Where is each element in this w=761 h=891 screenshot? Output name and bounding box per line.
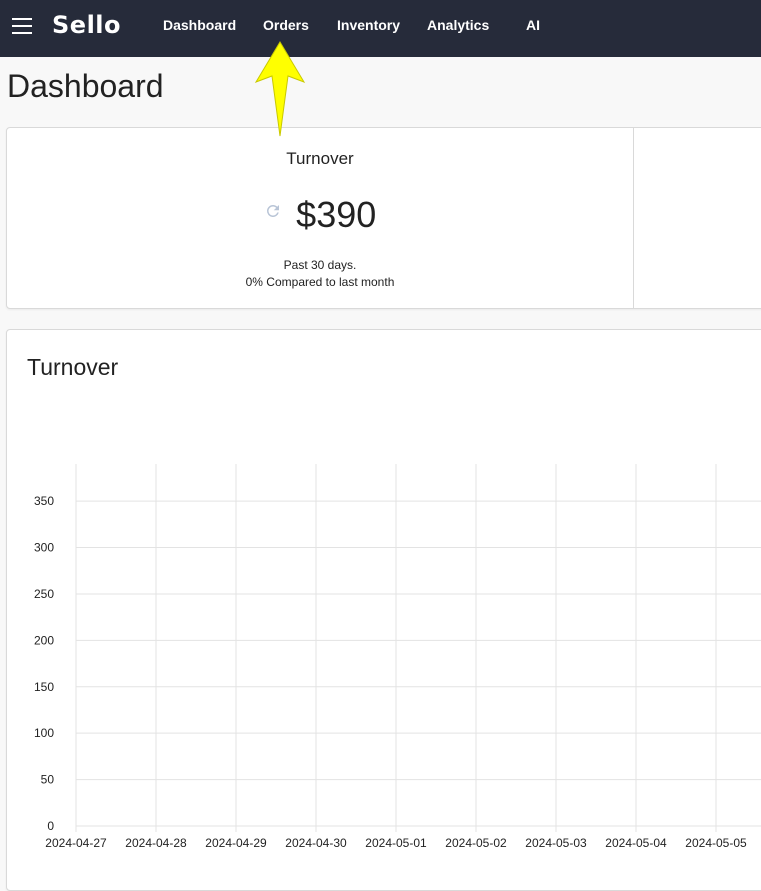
x-tick-label: 2024-05-03 [525, 836, 587, 850]
nav-analytics[interactable]: Analytics [427, 17, 489, 33]
app-logo[interactable]: Sello [52, 11, 121, 39]
x-tick-label: 2024-05-04 [605, 836, 667, 850]
annotation-arrow-icon [254, 41, 306, 137]
y-tick-label: 0 [47, 819, 54, 833]
y-tick-label: 50 [41, 773, 55, 787]
x-tick-label: 2024-04-30 [285, 836, 347, 850]
y-tick-label: 150 [34, 680, 54, 694]
kpi-value: $390 [296, 194, 377, 235]
refresh-icon[interactable] [264, 202, 282, 220]
y-tick-label: 250 [34, 587, 54, 601]
nav-dashboard[interactable]: Dashboard [163, 17, 236, 33]
x-tick-label: 2024-04-29 [205, 836, 267, 850]
y-tick-label: 100 [34, 726, 54, 740]
kpi-title: Turnover [286, 149, 354, 168]
x-tick-label: 2024-04-27 [45, 836, 107, 850]
nav-orders[interactable]: Orders [263, 17, 309, 33]
kpi-comparison: 0% Compared to last month [245, 275, 395, 289]
x-tick-label: 2024-04-28 [125, 836, 187, 850]
y-tick-label: 200 [34, 633, 54, 647]
turnover-chart-card: Turnover 0 50 100 150 200 250 300 350 2024-04-27… [6, 329, 761, 891]
card-divider [633, 128, 634, 308]
x-tick-label: 2024-05-05 [685, 836, 747, 850]
kpi-period: Past 30 days. [283, 258, 357, 272]
nav-ai[interactable]: AI [526, 17, 540, 33]
top-navigation-bar: Sello Dashboard Orders Inventory Analyti… [0, 0, 761, 57]
menu-icon[interactable] [12, 18, 32, 34]
turnover-chart: 0 50 100 150 200 250 300 350 2024-04-27 2024-04-2… [34, 464, 761, 850]
nav-inventory[interactable]: Inventory [337, 17, 400, 33]
x-tick-label: 2024-05-01 [365, 836, 427, 850]
kpi-value-row: $390 [7, 194, 633, 236]
page-title: Dashboard [7, 68, 164, 104]
y-tick-label: 350 [34, 494, 54, 508]
turnover-kpi-card: Turnover $390 Past 30 days. 0% Compared … [6, 127, 761, 309]
y-tick-label: 300 [34, 541, 54, 555]
x-tick-label: 2024-05-02 [445, 836, 507, 850]
